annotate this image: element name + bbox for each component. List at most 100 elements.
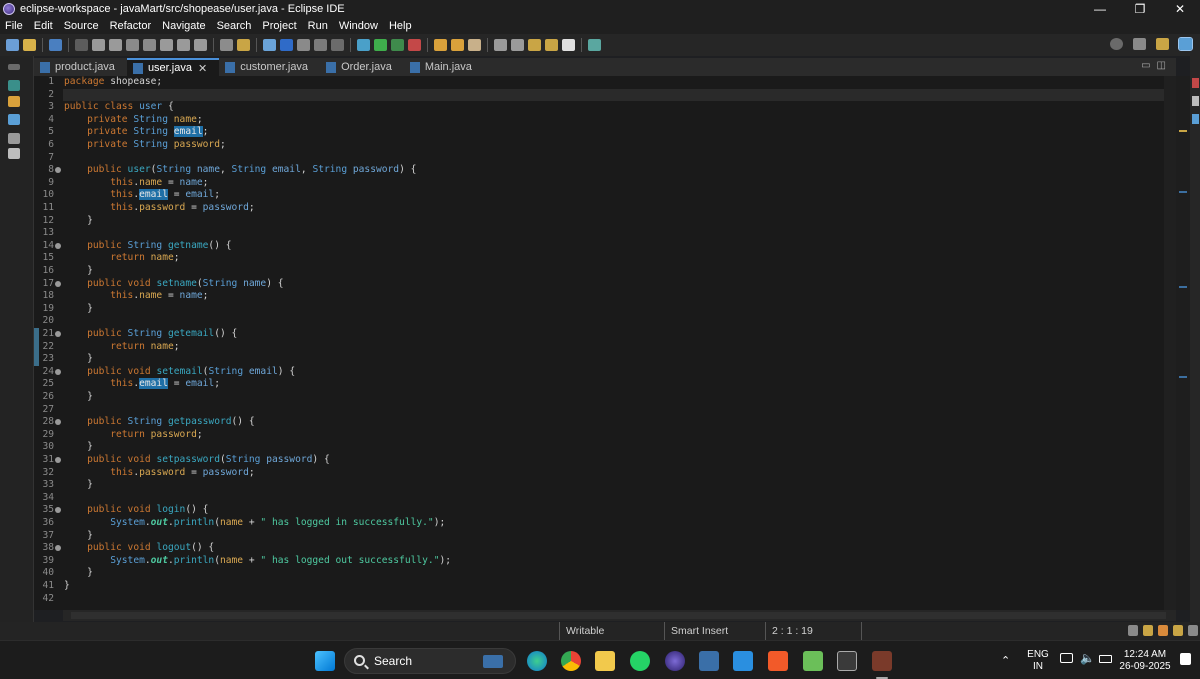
menu-file[interactable]: File (5, 20, 23, 32)
tab-customer-java[interactable]: customer.java (219, 58, 320, 76)
fold-toggle-icon[interactable] (55, 545, 61, 552)
close-window-button[interactable]: ✕ (1160, 0, 1200, 17)
code-line[interactable]: private String email; (63, 126, 1164, 139)
debug-skip-icon[interactable] (75, 39, 88, 51)
code-line[interactable]: public class user { (63, 101, 1164, 114)
code-line[interactable]: System.out.println(name + " has logged o… (63, 555, 1164, 568)
code-line[interactable] (63, 152, 1164, 165)
occurrence-marker[interactable] (1179, 286, 1187, 288)
fold-toggle-icon[interactable] (55, 368, 61, 375)
save-icon[interactable] (49, 39, 62, 51)
restore-view-icon[interactable] (8, 64, 20, 70)
code-line[interactable] (63, 315, 1164, 328)
volume-icon[interactable]: 🔈 (1080, 651, 1095, 665)
word-wrap-icon[interactable] (314, 39, 327, 51)
code-line[interactable]: } (63, 580, 1164, 593)
chrome-browser-icon[interactable] (561, 651, 581, 671)
file-explorer-icon[interactable] (595, 651, 615, 671)
search-icon[interactable] (1110, 38, 1123, 50)
menu-help[interactable]: Help (389, 20, 412, 32)
coverage-icon[interactable] (391, 39, 404, 51)
fold-toggle-icon[interactable] (55, 242, 61, 249)
code-line[interactable]: return name; (63, 341, 1164, 354)
mark-occurrences-icon[interactable] (280, 39, 293, 51)
back-icon[interactable] (545, 39, 558, 51)
notifications-icon[interactable] (1173, 625, 1183, 636)
fold-toggle-icon[interactable] (55, 167, 61, 174)
tab-main-java[interactable]: Main.java (404, 58, 484, 76)
open-terminal-icon[interactable] (588, 39, 601, 51)
block-selection-icon[interactable] (297, 39, 310, 51)
resume-icon[interactable] (92, 39, 105, 51)
fold-toggle-icon[interactable] (55, 280, 61, 287)
overview-ruler[interactable] (1176, 76, 1190, 610)
debug-icon[interactable] (357, 39, 370, 51)
fold-toggle-icon[interactable] (55, 419, 61, 426)
code-line[interactable]: public String getemail() { (63, 328, 1164, 341)
code-line[interactable]: } (63, 530, 1164, 543)
menu-source[interactable]: Source (64, 20, 99, 32)
code-line[interactable]: public void setpassword(String password)… (63, 454, 1164, 467)
chevron-up-icon[interactable]: ⌃ (1001, 654, 1010, 667)
code-line[interactable]: this.email = email; (63, 189, 1164, 202)
code-line[interactable] (63, 88, 1164, 102)
problems-icon[interactable] (8, 133, 20, 144)
vscode-icon[interactable] (733, 651, 753, 671)
code-line[interactable]: public void setemail(String email) { (63, 366, 1164, 379)
task-list-icon[interactable] (1192, 96, 1199, 106)
code-line[interactable]: private String name; (63, 114, 1164, 127)
next-annotation-icon[interactable] (494, 39, 507, 51)
external-tools-icon[interactable] (408, 39, 421, 51)
tab-product-java[interactable]: product.java (34, 58, 127, 76)
code-line[interactable]: System.out.println(name + " has logged i… (63, 517, 1164, 530)
outline-view-icon[interactable] (1192, 114, 1199, 124)
code-line[interactable]: package shopease; (63, 76, 1164, 89)
start-button-icon[interactable] (315, 651, 335, 671)
terminate-icon[interactable] (126, 39, 139, 51)
tips-icon[interactable] (1158, 625, 1168, 636)
restore-button[interactable]: ❐ (1120, 0, 1160, 17)
java-perspective-status-icon[interactable] (1128, 625, 1138, 636)
code-line[interactable] (63, 227, 1164, 240)
debug-perspective-icon[interactable] (1178, 37, 1193, 51)
undo-icon[interactable] (6, 39, 19, 51)
code-line[interactable]: public user(String name, String email, S… (63, 164, 1164, 177)
code-line[interactable]: } (63, 441, 1164, 454)
notification-center-icon[interactable] (1180, 653, 1191, 665)
show-whitespace-icon[interactable] (331, 39, 344, 51)
forward-icon[interactable] (562, 39, 575, 51)
code-line[interactable]: this.email = email; (63, 378, 1164, 391)
minimize-editor-icon[interactable]: ▭ (1141, 60, 1150, 71)
code-line[interactable]: } (63, 303, 1164, 316)
fold-toggle-icon[interactable] (55, 507, 61, 514)
marketplace-icon[interactable] (1143, 625, 1153, 636)
taskbar-search-box[interactable]: Search (344, 648, 516, 674)
edge-browser-icon[interactable] (527, 651, 547, 671)
code-line[interactable]: public String getpassword() { (63, 416, 1164, 429)
code-line[interactable]: } (63, 567, 1164, 580)
open-perspective-icon[interactable] (1133, 38, 1146, 50)
minimize-button[interactable]: — (1080, 0, 1120, 17)
previous-annotation-icon[interactable] (511, 39, 524, 51)
toggle-highlight-icon[interactable] (263, 39, 276, 51)
code-line[interactable] (63, 404, 1164, 417)
tab-user-java[interactable]: user.java ✕ (126, 58, 220, 76)
whatsapp-icon[interactable] (630, 651, 650, 671)
problems-marker-icon[interactable] (1192, 78, 1199, 88)
notepad-icon[interactable] (803, 651, 823, 671)
clock[interactable]: 12:24 AM 26-09-2025 (1116, 649, 1174, 673)
occurrence-marker[interactable] (1179, 191, 1187, 193)
close-tab-icon[interactable]: ✕ (198, 62, 207, 75)
new-package-icon[interactable] (451, 39, 464, 51)
step-into-icon[interactable] (160, 39, 173, 51)
outline-icon[interactable] (8, 114, 20, 125)
console-icon[interactable] (8, 148, 20, 159)
code-editor[interactable]: 1 2 3 4 5 6 7 8 9 10 11 12 13 14 15 16 17 18 19 20 21 22 23 24 2… (34, 76, 1176, 610)
step-return-icon[interactable] (194, 39, 207, 51)
code-line[interactable]: } (63, 353, 1164, 366)
step-over-icon[interactable] (177, 39, 190, 51)
suspend-icon[interactable] (109, 39, 122, 51)
use-step-filters-icon[interactable] (237, 39, 250, 51)
code-line[interactable]: this.password = password; (63, 202, 1164, 215)
code-area[interactable]: package shopease; public class user { pr… (63, 76, 1164, 610)
